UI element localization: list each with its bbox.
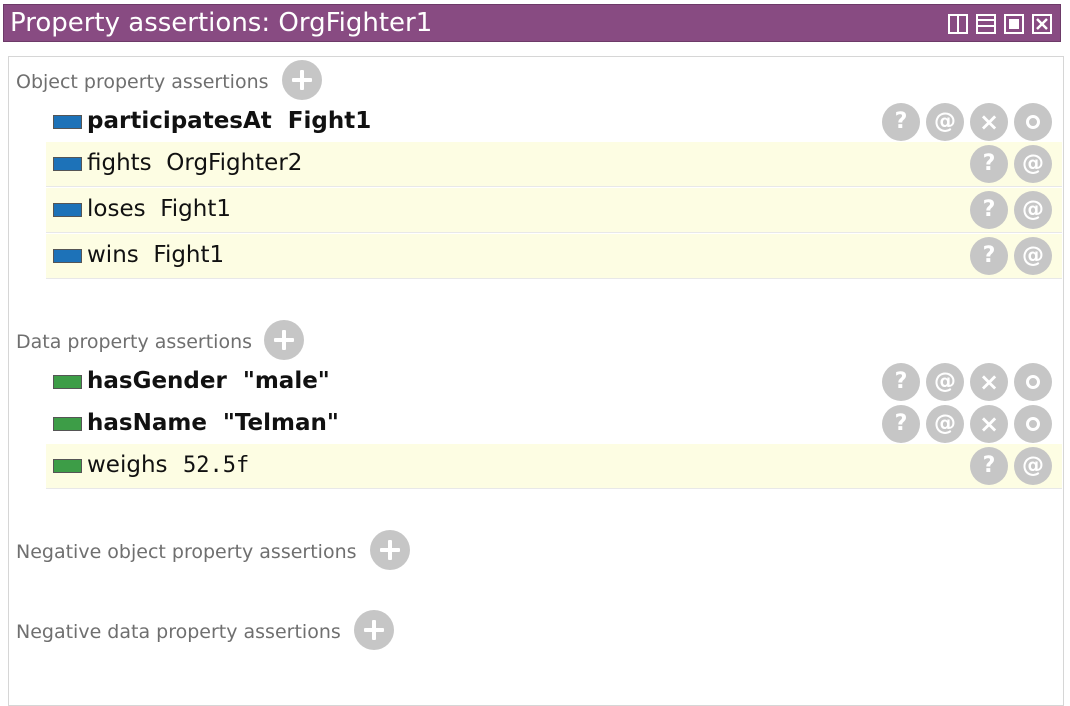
- data-assertion-row[interactable]: hasName "Telman" ? @ ×: [46, 402, 1062, 447]
- view-title-bar: Property assertions: OrgFighter1: [3, 4, 1061, 42]
- maximize-button[interactable]: [1004, 14, 1024, 34]
- delete-button[interactable]: ×: [970, 405, 1008, 443]
- split-vertical-button[interactable]: [948, 14, 968, 34]
- split-horizontal-button[interactable]: [976, 14, 996, 34]
- explain-button[interactable]: ?: [970, 145, 1008, 183]
- data-property-icon: [53, 459, 82, 473]
- explain-button[interactable]: ?: [970, 237, 1008, 275]
- object-assertion-row[interactable]: fights OrgFighter2 ? @: [46, 142, 1062, 187]
- object-assertion-row[interactable]: wins Fight1 ? @: [46, 234, 1062, 279]
- assertion-text: loses Fight1: [87, 196, 231, 222]
- object-assertion-row[interactable]: participatesAt Fight1 ? @ ×: [46, 100, 1062, 145]
- annotate-button[interactable]: @: [926, 103, 964, 141]
- data-property-icon: [53, 375, 82, 389]
- assertion-property: weighs: [87, 452, 168, 478]
- negative-data-property-assertions-label: Negative data property assertions: [16, 621, 341, 643]
- annotate-button[interactable]: @: [1014, 447, 1052, 485]
- assertion-text: fights OrgFighter2: [87, 150, 303, 176]
- data-property-assertions-label: Data property assertions: [16, 331, 253, 353]
- annotate-button[interactable]: @: [1014, 145, 1052, 183]
- explain-button[interactable]: ?: [882, 103, 920, 141]
- annotate-button[interactable]: @: [926, 405, 964, 443]
- explain-button[interactable]: ?: [970, 447, 1008, 485]
- add-negative-object-property-assertion-button[interactable]: [370, 530, 410, 570]
- object-property-icon: [53, 157, 82, 171]
- annotate-button[interactable]: @: [926, 363, 964, 401]
- delete-button[interactable]: ×: [970, 363, 1008, 401]
- explain-button[interactable]: ?: [970, 191, 1008, 229]
- data-assertion-row[interactable]: weighs 52.5f ? @: [46, 444, 1062, 489]
- add-negative-data-property-assertion-button[interactable]: [354, 610, 394, 650]
- add-object-property-assertion-button[interactable]: [282, 60, 322, 100]
- assertion-value: 52.5f: [183, 453, 250, 478]
- close-view-button[interactable]: [1032, 14, 1052, 34]
- data-property-icon: [53, 417, 82, 431]
- data-assertion-row[interactable]: hasGender "male" ? @ ×: [46, 360, 1062, 405]
- close-icon: [1036, 18, 1048, 30]
- annotate-button[interactable]: @: [1014, 237, 1052, 275]
- assertion-text: hasGender "male": [87, 368, 330, 394]
- delete-button[interactable]: ×: [970, 103, 1008, 141]
- edit-button[interactable]: [1014, 405, 1052, 443]
- assertion-text: wins Fight1: [87, 242, 225, 268]
- negative-object-property-assertions-label: Negative object property assertions: [16, 541, 357, 563]
- object-property-icon: [53, 115, 82, 129]
- edit-button[interactable]: [1014, 363, 1052, 401]
- view-title: Property assertions: OrgFighter1: [10, 8, 433, 38]
- object-assertion-row[interactable]: loses Fight1 ? @: [46, 188, 1062, 233]
- object-property-icon: [53, 203, 82, 217]
- edit-button[interactable]: [1014, 103, 1052, 141]
- annotate-button[interactable]: @: [1014, 191, 1052, 229]
- explain-button[interactable]: ?: [882, 363, 920, 401]
- object-property-icon: [53, 249, 82, 263]
- assertion-text: participatesAt Fight1: [87, 108, 372, 134]
- object-property-assertions-label: Object property assertions: [16, 71, 269, 93]
- add-data-property-assertion-button[interactable]: [264, 320, 304, 360]
- explain-button[interactable]: ?: [882, 405, 920, 443]
- assertion-text: hasName "Telman": [87, 410, 339, 436]
